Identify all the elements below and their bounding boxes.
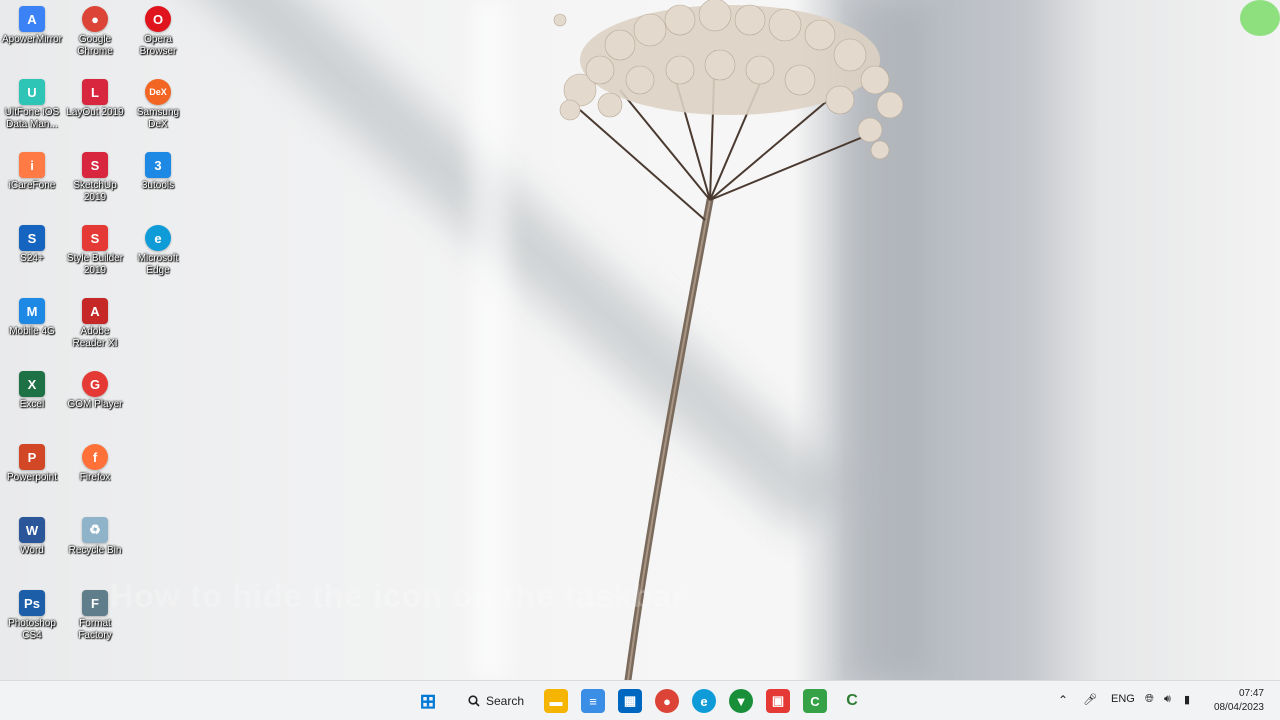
desktop-icon-label: Google Chrome: [77, 34, 113, 57]
desktop-icon-label: 3utools: [141, 180, 175, 191]
sketchup-icon: S: [82, 152, 108, 178]
chrome-taskbar-button[interactable]: ●: [655, 689, 679, 713]
volume-icon[interactable]: 🔊︎: [1164, 693, 1171, 706]
battery-icon[interactable]: ▮: [1184, 693, 1190, 706]
desktop-icon-label: Adobe Reader XI: [72, 326, 118, 349]
desktop-icon-ultfone[interactable]: U UltFone iOS Data Man...: [1, 75, 63, 131]
photoshop-icon: Ps: [19, 590, 45, 616]
apowermirror-icon: A: [19, 6, 45, 32]
desktop-icon-powerpoint[interactable]: P Powerpoint: [1, 440, 63, 484]
language-indicator[interactable]: ENG: [1111, 693, 1135, 705]
microsoft-store-button[interactable]: ▦: [618, 689, 642, 713]
desktop-icon-firefox[interactable]: f Firefox: [64, 440, 126, 484]
media-taskbar-button[interactable]: ▣: [766, 689, 790, 713]
desktop-icon-layout[interactable]: L LayOut 2019: [64, 75, 126, 119]
ultfone-icon: U: [19, 79, 45, 105]
microphone-icon[interactable]: 🎤︎: [1083, 693, 1097, 706]
search-button[interactable]: Search: [458, 689, 530, 713]
desktop-icon-label: LayOut 2019: [66, 107, 124, 118]
desktop-icon-label: ApowerMirror: [1, 34, 62, 45]
taskbar-clock[interactable]: 07:47 08/04/2023: [1214, 687, 1264, 715]
desktop-icon-edge[interactable]: e Microsoft Edge: [127, 221, 189, 277]
s24-icon: S: [19, 225, 45, 251]
search-icon: [468, 695, 480, 707]
file-explorer-button[interactable]: ▬: [544, 689, 568, 713]
edge-icon: e: [145, 225, 171, 251]
desktop-icon-label: UltFone iOS Data Man...: [4, 107, 60, 130]
desktop-icon-label: Powerpoint: [6, 472, 58, 483]
clock-date: 08/04/2023: [1213, 702, 1264, 713]
powerpoint-icon: P: [19, 444, 45, 470]
desktop-icon-s24[interactable]: S S24+: [1, 221, 63, 265]
desktop-icon-label: S24+: [20, 253, 44, 264]
notepad-button[interactable]: ≡: [581, 689, 605, 713]
desktop-icon-label: Photoshop CS4: [8, 618, 56, 641]
chrome-icon: ●: [82, 6, 108, 32]
start-button[interactable]: ⊞: [416, 689, 440, 713]
vpn-taskbar-button[interactable]: ▼: [729, 689, 753, 713]
opera-icon: O: [145, 6, 171, 32]
desktop-icon-label: Excel: [19, 399, 45, 410]
taskbar: ⊞ Search ▬ ≡ ▦ ● e ▼ ▣ C C ⌃ 🎤︎ ENG 🌐︎ 🔊…: [0, 680, 1280, 720]
samsung-dex-icon: DeX: [145, 79, 171, 105]
desktop-icon-gom-player[interactable]: G GOM Player: [64, 367, 126, 411]
desktop-icon-label: GOM Player: [67, 399, 123, 410]
video-subtitle: How to hide the icon on the taskbar: [110, 578, 686, 614]
desktop-icon-label: Firefox: [79, 472, 111, 483]
desktop-icon-label: Samsung DeX: [136, 107, 180, 130]
camtasia-recorder-taskbar-button[interactable]: C: [840, 689, 864, 713]
desktop-icon-label: Recycle Bin: [68, 545, 122, 556]
desktop-icon-label: Opera Browser: [139, 34, 177, 57]
desktop-icon-label: Style Builder 2019: [66, 253, 124, 276]
desktop-icon-apowermirror[interactable]: A ApowerMirror: [1, 2, 63, 46]
network-icon[interactable]: 🌐︎: [1145, 693, 1154, 706]
recycle-bin-icon: ♻: [82, 517, 108, 543]
desktop-icon-style-builder[interactable]: S Style Builder 2019: [64, 221, 126, 277]
desktop-icon-adobe-reader[interactable]: A Adobe Reader XI: [64, 294, 126, 350]
cursor-highlight: [1240, 0, 1280, 36]
desktop-icon-label: Mobile 4G: [9, 326, 55, 337]
desktop-icon-mobile-4g[interactable]: M Mobile 4G: [1, 294, 63, 338]
chevron-up-icon[interactable]: ⌃: [1058, 693, 1068, 707]
desktop-icon-label: SketchUp 2019: [73, 180, 117, 203]
desktop-icon-label: iCareFone: [8, 180, 56, 191]
desktop-icon-sketchup[interactable]: S SketchUp 2019: [64, 148, 126, 204]
gom-player-icon: G: [82, 371, 108, 397]
icarefone-icon: i: [19, 152, 45, 178]
desktop-icon-3utools[interactable]: 3 3utools: [127, 148, 189, 192]
firefox-icon: f: [82, 444, 108, 470]
search-label: Search: [486, 694, 525, 708]
desktop-icon-chrome[interactable]: ● Google Chrome: [64, 2, 126, 58]
desktop-icon-recycle-bin[interactable]: ♻ Recycle Bin: [64, 513, 126, 557]
desktop-icon-excel[interactable]: X Excel: [1, 367, 63, 411]
3utools-icon: 3: [145, 152, 171, 178]
desktop-icon-label: Word: [20, 545, 44, 556]
edge-taskbar-button[interactable]: e: [692, 689, 716, 713]
adobe-reader-icon: A: [82, 298, 108, 324]
mobile-4g-icon: M: [19, 298, 45, 324]
camtasia-taskbar-button[interactable]: C: [803, 689, 827, 713]
desktop-wallpaper: How to hide the icon on the taskbar: [0, 0, 1280, 680]
format-factory-icon: F: [82, 590, 108, 616]
desktop-icon-format-factory[interactable]: F Format Factory: [64, 586, 126, 642]
desktop-icon-label: Format Factory: [78, 618, 112, 641]
style-builder-icon: S: [82, 225, 108, 251]
desktop-icon-label: Microsoft Edge: [137, 253, 179, 276]
desktop-icon-opera[interactable]: O Opera Browser: [127, 2, 189, 58]
desktop-icon-samsung-dex[interactable]: DeX Samsung DeX: [127, 75, 189, 131]
excel-icon: X: [19, 371, 45, 397]
desktop-icon-icarefone[interactable]: i iCareFone: [1, 148, 63, 192]
clock-time: 07:47: [1238, 688, 1264, 699]
desktop-icon-word[interactable]: W Word: [1, 513, 63, 557]
word-icon: W: [19, 517, 45, 543]
layout-icon: L: [82, 79, 108, 105]
desktop-icon-photoshop[interactable]: Ps Photoshop CS4: [1, 586, 63, 642]
